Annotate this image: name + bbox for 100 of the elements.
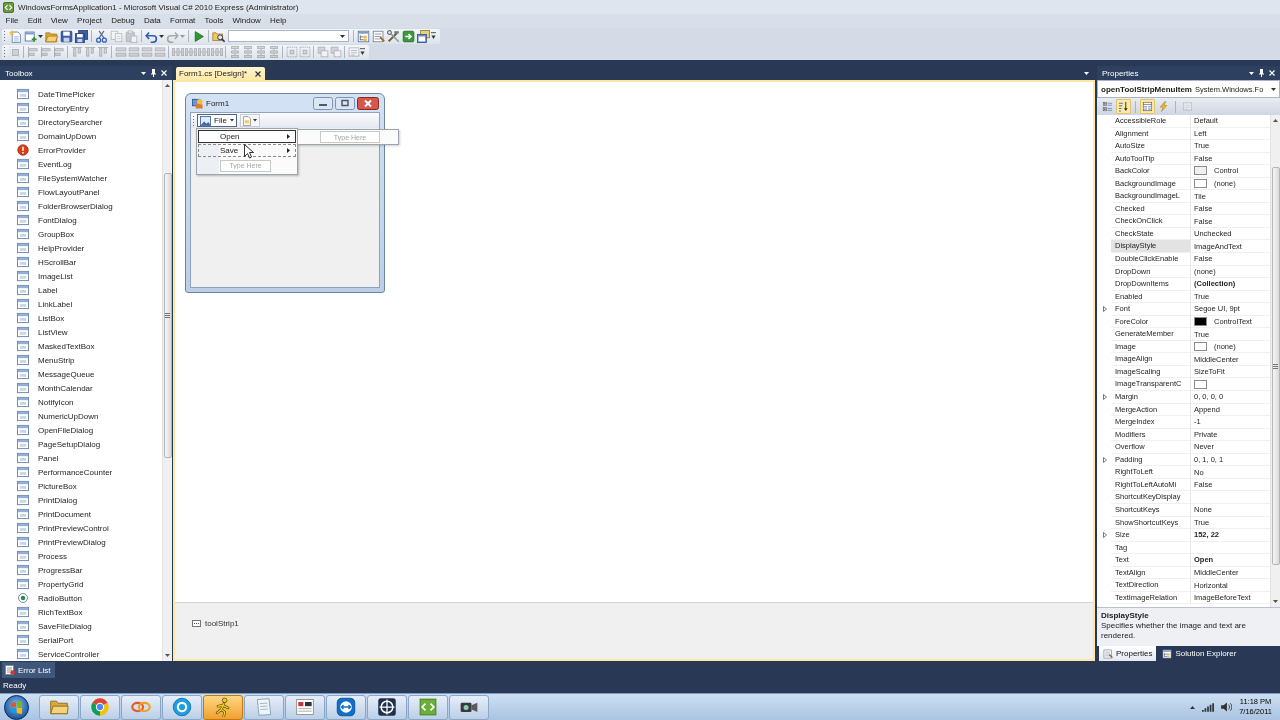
categorized-icon[interactable] xyxy=(1100,99,1115,114)
document-tab[interactable]: Form1.cs [Design]* xyxy=(176,67,266,80)
undo-icon[interactable] xyxy=(145,29,158,43)
caret-icon[interactable] xyxy=(229,119,234,122)
scroll-down-icon[interactable] xyxy=(1273,600,1278,603)
menu-item[interactable]: Project xyxy=(72,15,107,27)
caret-icon[interactable] xyxy=(141,71,146,75)
pin-icon[interactable] xyxy=(151,69,156,77)
tray-component[interactable]: toolStrip1 xyxy=(192,619,239,628)
window-plus-icon[interactable] xyxy=(24,29,37,43)
toolbox-item[interactable]: FileSystemWatcher xyxy=(0,171,162,185)
close-icon[interactable] xyxy=(255,70,262,77)
toolbox-item[interactable]: DateTimePicker xyxy=(0,87,162,101)
taskbar-button[interactable] xyxy=(449,694,489,720)
toolbox-item[interactable]: EventLog xyxy=(0,157,162,171)
overflow-icon[interactable] xyxy=(431,32,436,40)
toolbox-item[interactable]: NotifyIcon xyxy=(0,395,162,409)
toolbox-item[interactable]: PageSetupDialog xyxy=(0,437,162,451)
toolbox-item[interactable]: DirectoryEntry xyxy=(0,101,162,115)
sort-icon[interactable] xyxy=(1116,99,1131,114)
scrollbar[interactable] xyxy=(1270,115,1280,607)
maximize-button[interactable] xyxy=(335,96,355,110)
scrollbar-thumb[interactable] xyxy=(1271,167,1280,565)
toolbox-item[interactable]: MessageQueue xyxy=(0,367,162,381)
menu-item[interactable]: Open xyxy=(198,130,296,143)
toolbox-item[interactable]: NumericUpDown xyxy=(0,409,162,423)
windows-stack-icon[interactable] xyxy=(417,29,430,43)
toolbox-item[interactable]: MenuStrip xyxy=(0,353,162,367)
pin-icon[interactable] xyxy=(1259,69,1264,77)
menu-item[interactable]: Format xyxy=(165,15,200,27)
toolbox-item[interactable]: PrintPreviewDialog xyxy=(0,535,162,549)
toolbox-item[interactable]: PrintDocument xyxy=(0,507,162,521)
caret-icon[interactable] xyxy=(1084,71,1089,75)
start-button[interactable] xyxy=(4,694,29,720)
toolbox-item[interactable]: RichTextBox xyxy=(0,605,162,619)
menu-item[interactable]: Tools xyxy=(199,15,228,27)
close-button[interactable] xyxy=(357,96,379,110)
save-all-icon[interactable] xyxy=(75,29,88,43)
caret-icon[interactable] xyxy=(252,119,257,122)
taskbar-button[interactable] xyxy=(326,694,366,720)
arrow-box-icon[interactable] xyxy=(402,29,415,43)
combo-field[interactable] xyxy=(228,30,349,42)
toolbox-item[interactable]: PrintDialog xyxy=(0,493,162,507)
menu-item[interactable]: Data xyxy=(139,15,166,27)
toolbox-item[interactable]: GroupBox xyxy=(0,227,162,241)
toolbox-item[interactable]: RadioButton xyxy=(0,591,162,605)
toolbox-item[interactable]: HelpProvider xyxy=(0,241,162,255)
scrollbar[interactable] xyxy=(162,80,172,661)
expand-icon[interactable] xyxy=(1103,306,1107,313)
property-list-icon[interactable] xyxy=(1140,99,1155,114)
tools-icon[interactable] xyxy=(387,29,400,43)
toolbox-item[interactable]: PerformanceCounter xyxy=(0,465,162,479)
toolbox-item[interactable]: DomainUpDown xyxy=(0,129,162,143)
menu-item[interactable]: File xyxy=(197,114,237,127)
toolbox-item[interactable]: OpenFileDialog xyxy=(0,423,162,437)
scrollbar-thumb[interactable] xyxy=(163,173,172,458)
toolbox-item[interactable]: Label xyxy=(0,283,162,297)
toolbox-item[interactable]: ListBox xyxy=(0,311,162,325)
toolbox-item[interactable]: HScrollBar xyxy=(0,255,162,269)
toolbox-item[interactable]: DirectorySearcher xyxy=(0,115,162,129)
toolbox-item[interactable]: PictureBox xyxy=(0,479,162,493)
panel-tab[interactable]: Properties xyxy=(1099,646,1157,661)
play-icon[interactable] xyxy=(192,29,205,43)
panel-tab[interactable]: Error List xyxy=(2,662,56,678)
caret-icon[interactable] xyxy=(38,34,43,38)
caret-icon[interactable] xyxy=(1249,71,1254,75)
taskbar-button[interactable] xyxy=(285,694,325,720)
toolbox-item[interactable]: PrintPreviewControl xyxy=(0,521,162,535)
caret-icon[interactable] xyxy=(287,148,290,153)
property-sheet-icon[interactable] xyxy=(372,29,385,43)
menu-item[interactable]: Edit xyxy=(23,15,47,27)
cut-icon[interactable] xyxy=(95,29,108,43)
scroll-up-icon[interactable] xyxy=(1273,119,1278,122)
toolbox-item[interactable]: ListView xyxy=(0,325,162,339)
caret-icon[interactable] xyxy=(340,34,345,38)
save-icon[interactable] xyxy=(60,29,73,43)
toolbox-item[interactable]: PropertyGrid xyxy=(0,577,162,591)
overflow-icon[interactable] xyxy=(360,48,365,56)
tree-window-icon[interactable] xyxy=(357,29,370,43)
toolbox-item[interactable]: FlowLayoutPanel xyxy=(0,185,162,199)
menu-item[interactable]: Window xyxy=(227,15,266,27)
folder-search-icon[interactable] xyxy=(212,29,225,43)
toolbox-item[interactable]: ErrorProvider xyxy=(0,143,162,157)
scroll-up-icon[interactable] xyxy=(165,84,170,87)
caret-icon[interactable] xyxy=(1190,705,1196,709)
volume-icon[interactable] xyxy=(1221,702,1233,712)
toolbox-item[interactable]: LinkLabel xyxy=(0,297,162,311)
toolbox-item[interactable]: SerialPort xyxy=(0,633,162,647)
expand-icon[interactable] xyxy=(1103,457,1107,464)
menu-item[interactable]: Help xyxy=(265,15,292,27)
toolbox-item[interactable]: FontDialog xyxy=(0,213,162,227)
minimize-button[interactable] xyxy=(313,96,333,110)
caret-icon[interactable] xyxy=(1271,87,1276,91)
toolbox-item[interactable]: FolderBrowserDialog xyxy=(0,199,162,213)
taskbar-button[interactable] xyxy=(367,694,407,720)
new-page-icon[interactable] xyxy=(9,29,22,43)
toolbox-item[interactable]: ImageList xyxy=(0,269,162,283)
toolbox-item[interactable]: Process xyxy=(0,549,162,563)
signal-icon[interactable] xyxy=(1202,702,1215,712)
toolbox-item[interactable]: ServiceController xyxy=(0,647,162,661)
